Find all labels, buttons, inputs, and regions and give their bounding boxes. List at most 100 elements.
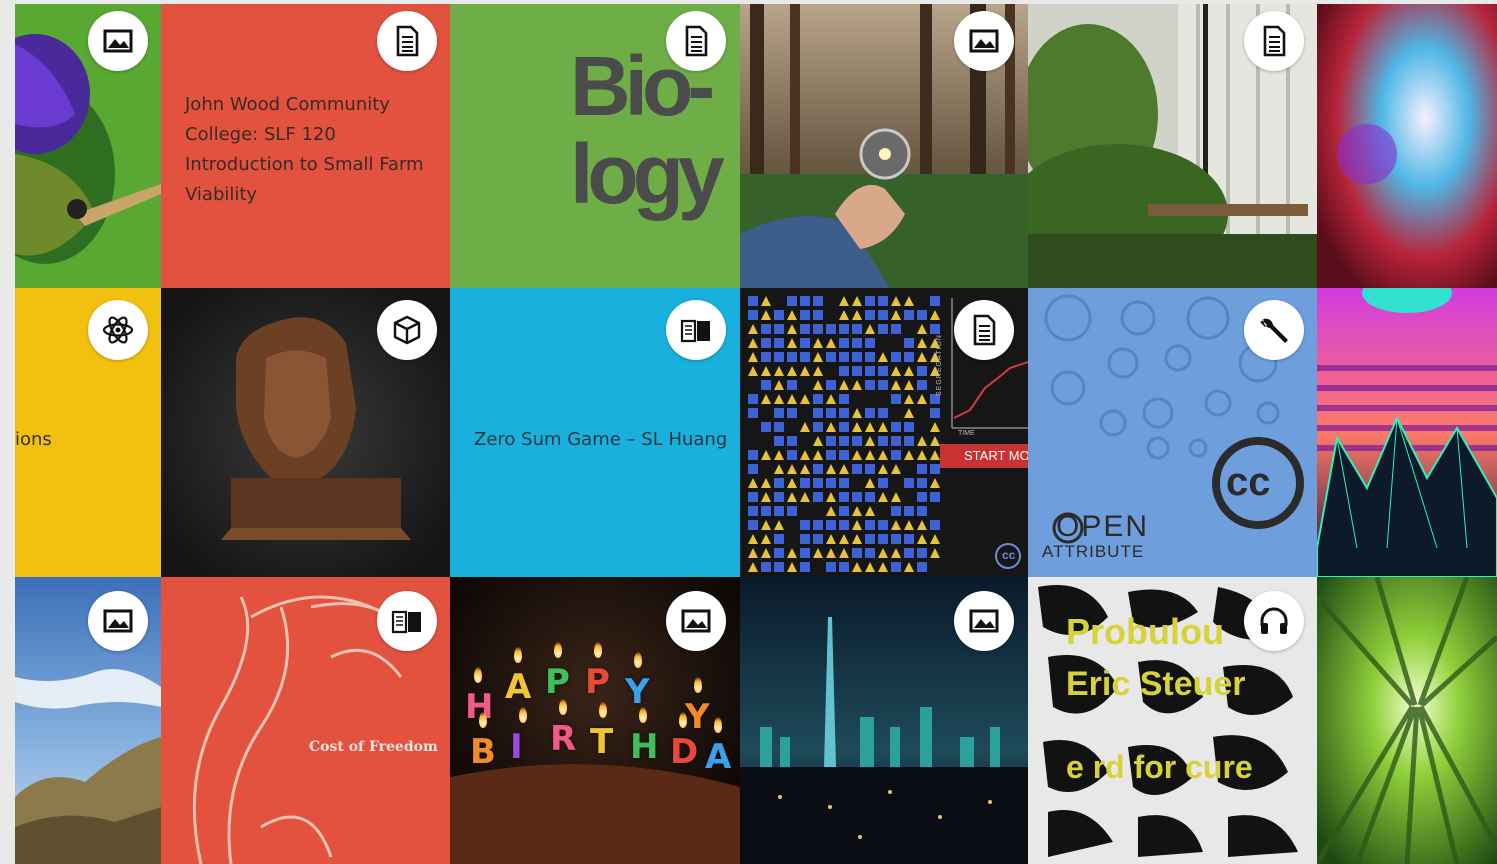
seg-square-cell — [826, 324, 836, 334]
candle-letter: B — [470, 712, 496, 772]
seg-square-cell — [878, 534, 888, 544]
seg-square-cell — [839, 492, 849, 502]
tile-hummingbird-image[interactable] — [15, 4, 161, 288]
seg-square-cell — [813, 296, 823, 306]
tile-open-attribute[interactable]: cc OPEN ATTRIBUTE — [1028, 288, 1317, 577]
seg-square-cell — [774, 548, 784, 558]
seg-square-cell — [813, 422, 823, 432]
candle-letter: H — [630, 707, 658, 767]
seg-square-cell — [787, 450, 797, 460]
candle-letter: I — [510, 707, 527, 767]
seg-square-cell — [839, 562, 849, 572]
seg-square-cell — [878, 478, 888, 488]
seg-square-cell — [826, 352, 836, 362]
tile-biology[interactable]: Bio- logy — [450, 4, 740, 288]
candle-letter: A — [505, 647, 531, 707]
seg-square-cell — [852, 436, 862, 446]
candle-flame — [594, 642, 602, 658]
candle-flame — [479, 712, 487, 728]
seg-square-cell — [878, 380, 888, 390]
seg-square-cell — [787, 436, 797, 446]
candle-letter: R — [550, 699, 576, 759]
tile-probulou-audio[interactable]: Probulou Eric Steuer e rd for cure — [1028, 577, 1317, 864]
candle-flame — [474, 667, 482, 683]
book-icon — [666, 300, 726, 360]
seg-square-cell — [878, 296, 888, 306]
candle-flame — [634, 652, 642, 668]
tile-pharaoh-bust-3d[interactable] — [161, 288, 450, 577]
candle-letter: T — [590, 702, 613, 762]
synthwave-image — [1317, 288, 1497, 577]
seg-square-cell — [800, 534, 810, 544]
seg-square-cell — [800, 520, 810, 530]
wrench-icon — [1244, 300, 1304, 360]
seg-square-cell — [761, 324, 771, 334]
tile-small-farm-viability[interactable]: John Wood Community College: SLF 120 Int… — [161, 4, 450, 288]
seg-square-cell — [891, 324, 901, 334]
seg-square-cell — [761, 422, 771, 432]
seg-square-cell — [917, 366, 927, 376]
seg-square-cell — [865, 366, 875, 376]
seg-square-cell — [878, 520, 888, 530]
start-moving-button[interactable]: START MOVIN — [964, 448, 1028, 463]
seg-square-cell — [878, 310, 888, 320]
candle-flame — [559, 699, 567, 715]
seg-square-cell — [865, 492, 875, 502]
tile-synthwave-mountains[interactable] — [1317, 288, 1497, 577]
seg-square-cell — [774, 310, 784, 320]
seg-square-cell — [826, 436, 836, 446]
seg-square-cell — [865, 310, 875, 320]
seg-square-cell — [826, 562, 836, 572]
document-icon — [954, 300, 1014, 360]
biology-text-line-2: logy — [570, 127, 725, 221]
tile-yellow-physics[interactable]: ions — [15, 288, 161, 577]
candle-letter: Y — [625, 652, 650, 712]
seg-square-cell — [930, 520, 940, 530]
seg-square-cell — [917, 310, 927, 320]
seg-square-cell — [761, 338, 771, 348]
seg-square-cell — [852, 324, 862, 334]
seg-square-cell — [761, 352, 771, 362]
image-icon — [666, 591, 726, 651]
seg-square-cell — [891, 450, 901, 460]
document-icon — [377, 11, 437, 71]
seg-square-cell — [904, 436, 914, 446]
seg-square-cell — [891, 352, 901, 362]
image-icon — [954, 591, 1014, 651]
seg-square-cell — [891, 534, 901, 544]
tile-abstract-light[interactable] — [1317, 4, 1497, 288]
tile-sky-rocks-image[interactable] — [15, 577, 161, 864]
tile-zero-sum-game[interactable]: Zero Sum Game – SL Huang — [450, 288, 740, 577]
tile-night-city[interactable] — [740, 577, 1028, 864]
seg-square-cell — [826, 408, 836, 418]
seg-square-cell — [839, 324, 849, 334]
candle-flame — [714, 717, 722, 733]
seg-square-cell — [774, 478, 784, 488]
seg-square-cell — [813, 534, 823, 544]
seg-square-cell — [839, 408, 849, 418]
album-text-line-1: Probulou — [1066, 611, 1224, 652]
tile-segregation-simulation[interactable]: SEGREGATION TIME START MOVIN cc — [740, 288, 1028, 577]
seg-square-cell — [748, 394, 758, 404]
tile-cost-of-freedom[interactable]: Cost of Freedom — [161, 577, 450, 864]
seg-square-cell — [774, 324, 784, 334]
seg-square-cell — [774, 338, 784, 348]
seg-square-cell — [800, 478, 810, 488]
seg-square-cell — [852, 464, 862, 474]
graph-axis-x-label: TIME — [958, 430, 975, 437]
seg-square-cell — [852, 352, 862, 362]
tile-birthday-candles[interactable]: HAPPYBIRTHDAY — [450, 577, 740, 864]
bamboo-forest-image — [1317, 577, 1497, 864]
tile-bamboo-forest[interactable] — [1317, 577, 1497, 864]
seg-square-cell — [774, 562, 784, 572]
candle-letter: P — [585, 642, 610, 702]
candle-letter: Y — [685, 677, 710, 737]
seg-square-cell — [787, 380, 797, 390]
seg-square-cell — [891, 506, 901, 516]
seg-square-cell — [904, 506, 914, 516]
image-icon — [88, 591, 148, 651]
tile-compass-forest-image[interactable] — [740, 4, 1028, 288]
seg-square-cell — [839, 422, 849, 432]
seg-square-cell — [865, 338, 875, 348]
tile-vertical-garden[interactable] — [1028, 4, 1317, 288]
